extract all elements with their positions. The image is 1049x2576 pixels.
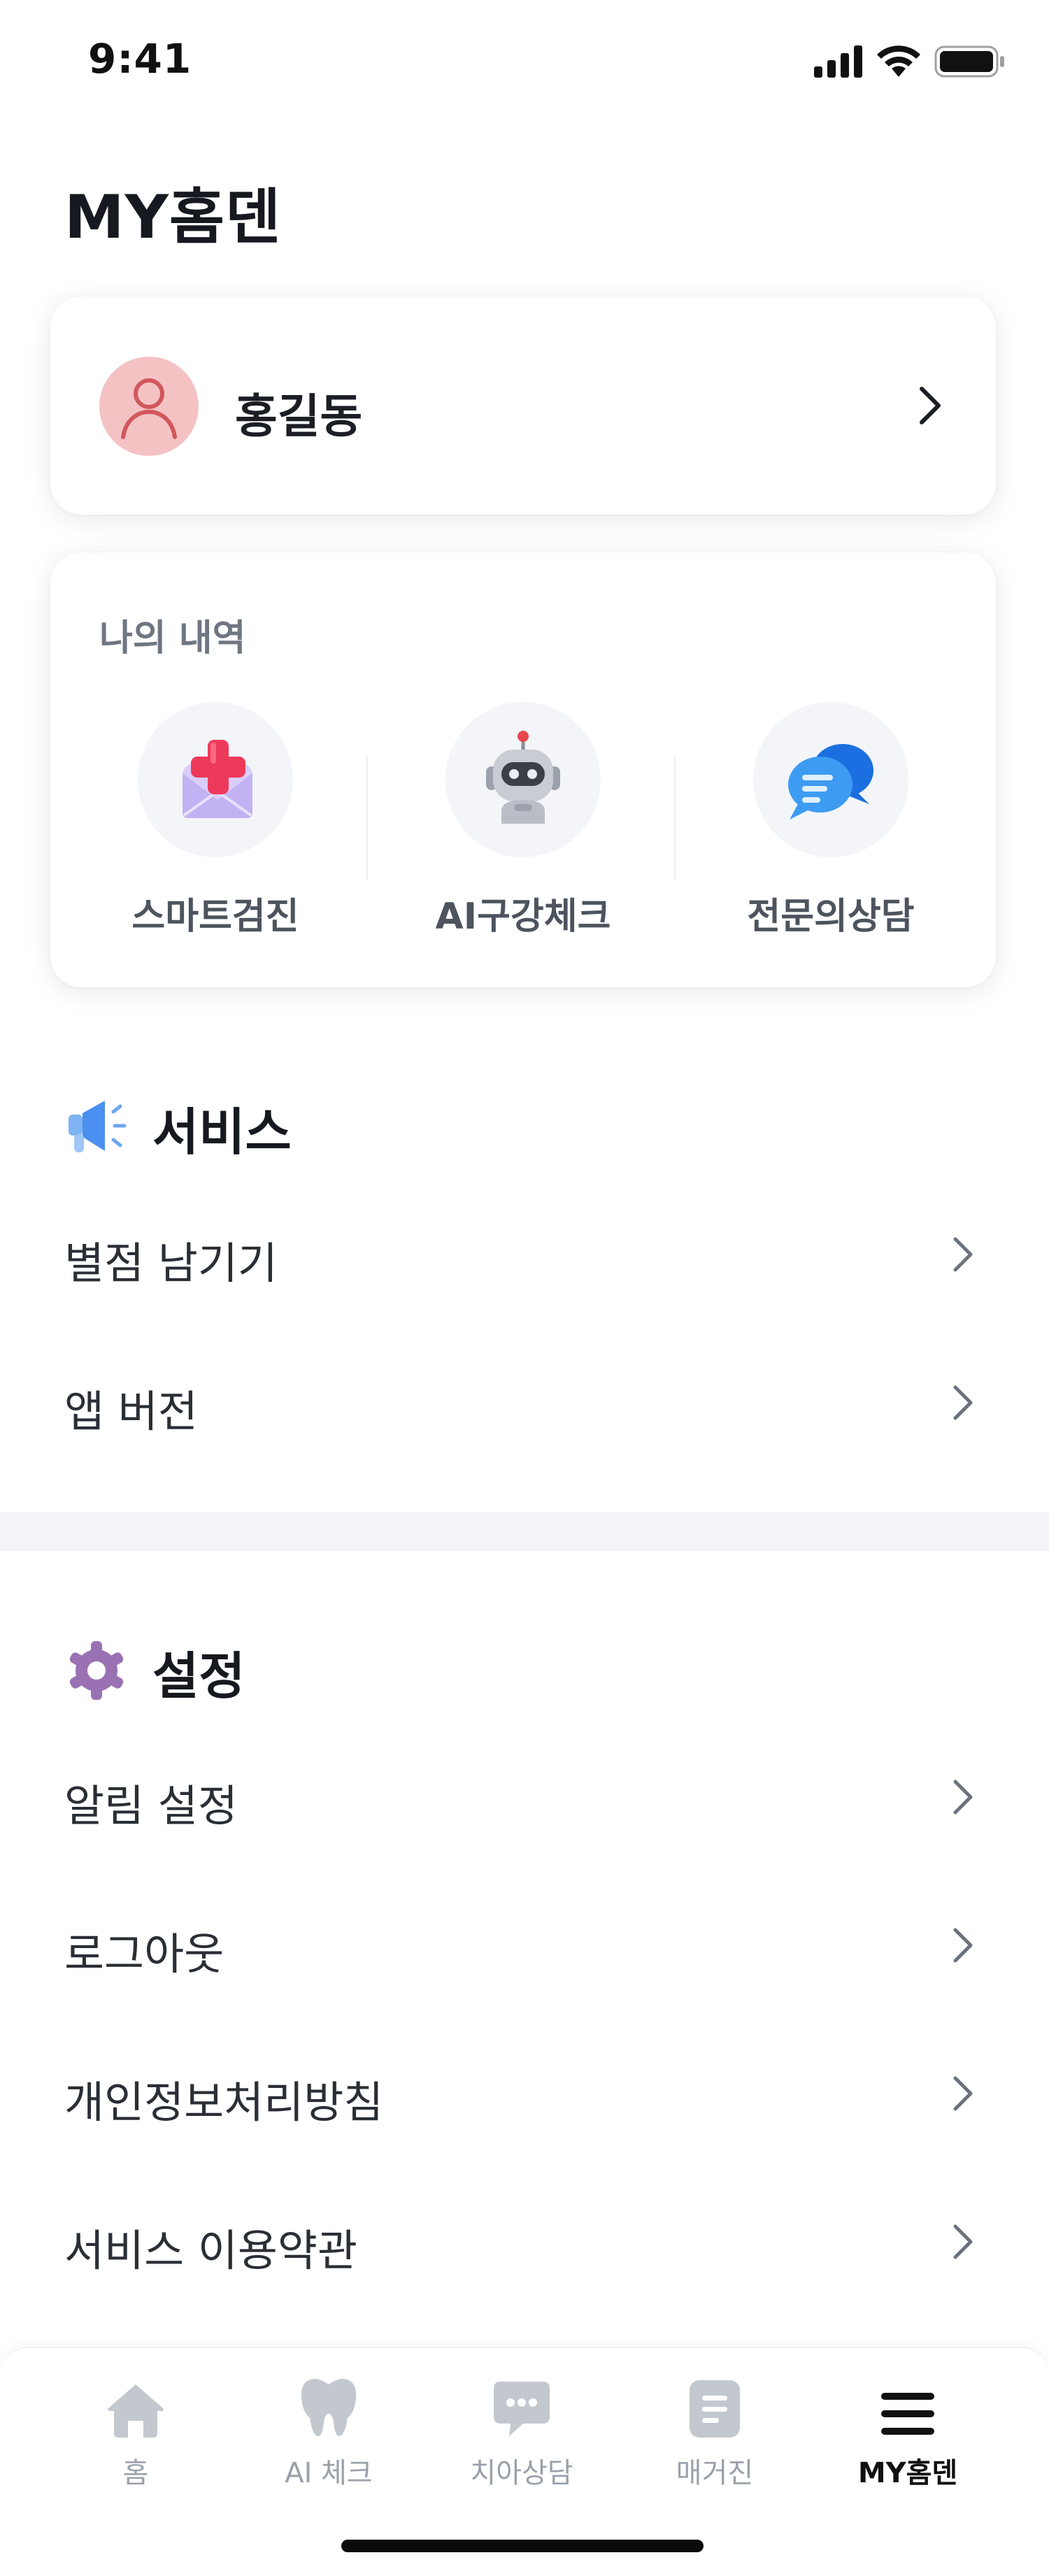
menu-icon — [880, 2369, 936, 2439]
avatar — [99, 357, 199, 456]
tab-label: 치아상담 — [470, 2457, 573, 2489]
menu-item-privacy-policy[interactable]: 개인정보처리방침 — [0, 2021, 1049, 2168]
history-item-expert-consult[interactable]: 전문의상담 — [726, 702, 936, 939]
menu-label: 알림 설정 — [64, 1780, 238, 1831]
chevron-right-icon — [951, 2222, 975, 2264]
chevron-right-icon — [951, 1926, 975, 1968]
status-icons — [814, 45, 1006, 81]
envelope-medical-cross-icon — [183, 740, 252, 818]
user-icon — [121, 378, 177, 439]
service-section-header: 서비스 — [64, 1091, 292, 1164]
chevron-right-icon — [951, 1777, 975, 1819]
history-item-ai-oral-check[interactable]: AI구강체크 — [418, 702, 628, 939]
history-icon-wrap — [445, 702, 601, 857]
tab-label: 매거진 — [676, 2457, 754, 2489]
home-indicator — [341, 2540, 704, 2552]
settings-section-header: 설정 — [64, 1635, 245, 1708]
history-label: 스마트검진 — [131, 896, 299, 938]
menu-label: 개인정보처리방침 — [64, 2077, 384, 2128]
status-bar: 9:41 — [0, 0, 1049, 119]
tab-magazine[interactable]: 매거진 — [618, 2369, 811, 2491]
service-section-title: 서비스 — [152, 1103, 292, 1161]
tab-label: MY홈덴 — [857, 2457, 958, 2489]
menu-label: 로그아웃 — [64, 1929, 224, 1980]
chevron-right-icon — [951, 2074, 975, 2116]
tab-dental-consult[interactable]: 치아상담 — [425, 2369, 618, 2491]
menu-label: 서비스 이용약관 — [64, 2225, 357, 2276]
menu-item-app-version[interactable]: 앱 버전 — [0, 1330, 1049, 1477]
menu-item-notification-settings[interactable]: 알림 설정 — [0, 1724, 1049, 1871]
chat-bubbles-icon — [788, 744, 873, 820]
menu-label: 별점 남기기 — [64, 1238, 278, 1289]
history-label: 전문의상담 — [747, 896, 915, 938]
history-item-smart-checkup[interactable]: 스마트검진 — [110, 702, 320, 939]
history-icon-wrap — [138, 702, 293, 857]
wifi-icon — [876, 45, 922, 81]
history-card: 나의 내역 스마트검진 AI구강체크 전문의상담 — [50, 552, 996, 987]
chevron-right-icon — [951, 1235, 975, 1277]
page-title: MY홈덴 — [64, 183, 282, 252]
tab-label: 홈 — [122, 2457, 149, 2489]
tab-ai-check[interactable]: AI 체크 — [232, 2369, 425, 2491]
home-icon — [106, 2369, 166, 2439]
chat-icon — [491, 2369, 552, 2439]
divider — [366, 755, 368, 880]
tooth-icon — [299, 2369, 359, 2439]
profile-name: 홍길동 — [235, 389, 363, 443]
document-icon — [687, 2369, 743, 2439]
history-label: AI구강체크 — [435, 896, 611, 938]
menu-item-logout[interactable]: 로그아웃 — [0, 1873, 1049, 2019]
robot-icon — [486, 731, 560, 824]
tab-my-homeden[interactable]: MY홈덴 — [811, 2369, 1004, 2491]
history-title: 나의 내역 — [99, 617, 246, 659]
history-icon-wrap — [753, 702, 908, 857]
chevron-right-icon — [951, 1383, 975, 1425]
section-divider — [0, 1512, 1049, 1551]
megaphone-icon — [64, 1096, 129, 1159]
signal-icon — [814, 45, 863, 80]
chevron-right-icon[interactable] — [916, 383, 944, 431]
status-time: 9:41 — [88, 35, 192, 83]
profile-card[interactable]: 홍길동 — [50, 296, 996, 515]
tab-label: AI 체크 — [285, 2457, 373, 2489]
battery-icon — [934, 45, 1006, 80]
menu-item-rate-app[interactable]: 별점 남기기 — [0, 1182, 1049, 1329]
tab-home[interactable]: 홈 — [39, 2369, 232, 2491]
menu-item-terms-of-service[interactable]: 서비스 이용약관 — [0, 2169, 1049, 2316]
settings-section-title: 설정 — [152, 1647, 245, 1705]
gear-icon — [64, 1638, 129, 1705]
divider — [674, 755, 676, 880]
menu-label: 앱 버전 — [64, 1386, 198, 1437]
